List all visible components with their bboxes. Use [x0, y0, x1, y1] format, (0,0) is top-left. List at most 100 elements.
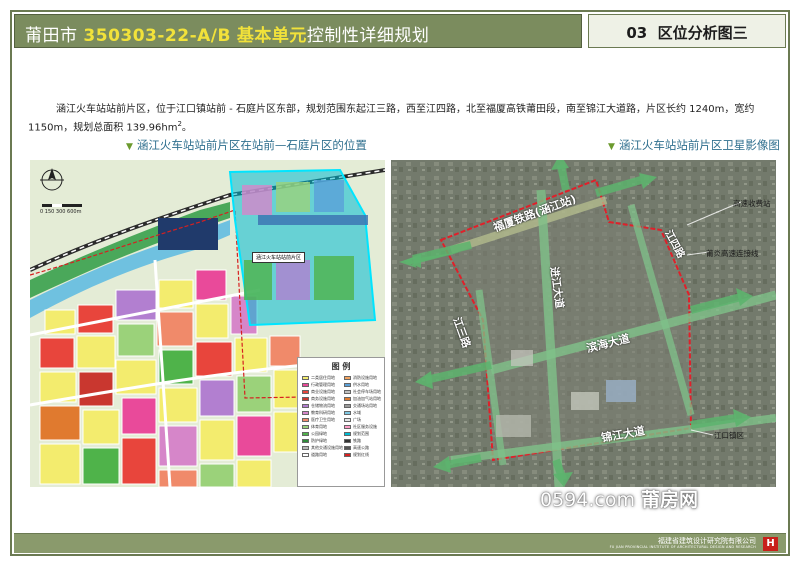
legend-swatch — [344, 403, 351, 408]
section-name: 区位分析图三 — [657, 24, 748, 42]
legend-swatch — [344, 424, 351, 429]
site-watermark: 0594.com 莆房网 — [540, 485, 698, 512]
legend-item: 其他交通设施用地 — [302, 444, 344, 451]
description-text: 涵江火车站站前片区，位于江口镇站前 - 石庭片区东部，规划范围东起江三路，西至江… — [28, 103, 776, 135]
legend-item: 体育用地 — [302, 423, 344, 430]
legend-swatch — [302, 431, 309, 436]
page-title: 莆田市 350303-22-A/B 基本单元控制性详细规划 — [25, 21, 429, 46]
legend-swatch — [344, 438, 351, 443]
title-bar: 莆田市 350303-22-A/B 基本单元控制性详细规划 — [14, 14, 582, 48]
legend-item-label: 教育科研用地 — [311, 409, 335, 415]
legend-item-label: 体育用地 — [311, 423, 327, 429]
legend-item: 社会停车场用地 — [344, 388, 386, 395]
legend-item-label: 道路用地 — [311, 451, 327, 457]
legend-item: 规划红线 — [344, 451, 386, 458]
legend-item: 供水用地 — [344, 381, 386, 388]
legend-swatch — [302, 417, 309, 422]
legend-swatch — [344, 452, 351, 457]
legend-swatch — [344, 389, 351, 394]
legend-item-label: 水域 — [353, 409, 361, 415]
legend-item-label: 消防设施用地 — [353, 374, 377, 380]
legend-swatch — [344, 410, 351, 415]
section-number: 03 — [626, 24, 648, 42]
legend-item-label: 广场 — [353, 416, 361, 422]
scale-bar-label: 0 150 300 600m — [40, 209, 82, 215]
highlight-area-label: 涵江火车站站前片区 — [252, 252, 306, 263]
watermark-site: 0594.com — [540, 489, 635, 511]
legend-item-label: 仓储物流用地 — [311, 402, 335, 408]
legend-swatch — [302, 396, 309, 401]
legend-column-right: 消防设施用地 供水用地 社会停车场用地 加油加气站用地 交通场站用地 水域 广场 社区服务设施… — [344, 374, 386, 458]
section-title: 03 区位分析图三 — [589, 22, 785, 43]
legend-item: 水域 — [344, 409, 386, 416]
footer-bar: 福建省建筑设计研究院有限公司 FU JIAN PROVINCIAL INSTIT… — [14, 533, 786, 553]
legend-item: 二类居住用地 — [302, 374, 344, 381]
legend-item-label: 社区服务设施 — [353, 423, 377, 429]
legend-item-label: 防护绿地 — [311, 437, 327, 443]
left-caption-text: 涵江火车站站前片区在站前—石庭片区的位置 — [136, 138, 367, 152]
title-code: 350303-22-A/B — [83, 26, 231, 46]
legend-item-label: 规划范围 — [353, 430, 369, 436]
toll-station-label: 高速收费站 — [733, 199, 771, 208]
title-city: 莆田市 — [25, 26, 78, 46]
right-map-caption: ▼ 涵江火车站站前片区卫星影像图 — [608, 137, 780, 153]
legend-item-label: 商业设施用地 — [311, 388, 335, 394]
expressway-connector-label: 莆炎高速连接线 — [706, 249, 759, 258]
legend-item-label: 规划红线 — [353, 451, 369, 457]
legend-swatch — [302, 438, 309, 443]
legend-item-label: 高速公路 — [353, 444, 369, 450]
legend-item: 商务设施用地 — [302, 395, 344, 402]
title-plan: 控制性详细规划 — [306, 26, 430, 46]
legend-swatch — [302, 403, 309, 408]
legend-item: 道路用地 — [302, 451, 344, 458]
legend-item: 规划范围 — [344, 430, 386, 437]
legend-item-label: 行政管理用地 — [311, 381, 335, 387]
legend-item-label: 商务设施用地 — [311, 395, 335, 401]
legend-swatch — [302, 445, 309, 450]
legend-swatch — [302, 410, 309, 415]
satellite-map: 福厦铁路(涵江站) 江四路 进江大道 滨海大道 江三路 锦江大道 高速收费站 莆… — [391, 160, 776, 487]
legend-swatch — [302, 375, 309, 380]
legend-column-left: 二类居住用地 行政管理用地 商业设施用地 商务设施用地 仓储物流用地 教育科研用地 医疗卫生… — [302, 374, 344, 458]
legend-item: 广场 — [344, 416, 386, 423]
legend-item: 公园绿地 — [302, 430, 344, 437]
legend-swatch — [302, 452, 309, 457]
legend-item: 行政管理用地 — [302, 381, 344, 388]
legend-swatch — [344, 417, 351, 422]
legend-item: 铁路 — [344, 437, 386, 444]
legend-item-label: 社会停车场用地 — [353, 388, 381, 394]
chevron-down-icon: ▼ — [608, 142, 615, 152]
section-title-box: 03 区位分析图三 — [588, 14, 786, 48]
legend-swatch — [344, 382, 351, 387]
legend-item: 防护绿地 — [302, 437, 344, 444]
legend-item-label: 其他交通设施用地 — [311, 444, 343, 450]
legend-item-label: 二类居住用地 — [311, 374, 335, 380]
left-map-caption: ▼ 涵江火车站站前片区在站前—石庭片区的位置 — [126, 137, 367, 153]
legend-item-label: 供水用地 — [353, 381, 369, 387]
legend-swatch — [302, 382, 309, 387]
legend-title: 图 例 — [331, 362, 351, 371]
institute-logo: H — [763, 537, 778, 551]
chevron-down-icon: ▼ — [126, 142, 133, 152]
legend-swatch — [344, 445, 351, 450]
title-unit: 基本单元 — [236, 26, 307, 46]
description-end: 。 — [181, 122, 192, 134]
legend-item: 社区服务设施 — [344, 423, 386, 430]
legend-item: 高速公路 — [344, 444, 386, 451]
legend-item: 商业设施用地 — [302, 388, 344, 395]
right-caption-text: 涵江火车站站前片区卫星影像图 — [618, 138, 780, 152]
jiangkou-town-label: 江口镇区 — [714, 431, 744, 440]
legend-item: 消防设施用地 — [344, 374, 386, 381]
legend-item-label: 加油加气站用地 — [353, 395, 381, 401]
legend-item: 仓储物流用地 — [302, 402, 344, 409]
legend-swatch — [302, 389, 309, 394]
legend-item-label: 铁路 — [353, 437, 361, 443]
watermark-brand: 莆房网 — [641, 489, 699, 511]
map-legend: 图 例 二类居住用地 行政管理用地 商业设施用地 商务设施用地 仓储物流用地 教育科研用地… — [297, 357, 385, 487]
legend-item-label: 交通场站用地 — [353, 402, 377, 408]
institute-name-en: FU JIAN PROVINCIAL INSTITUTE OF ARCHITEC… — [609, 545, 756, 549]
legend-swatch — [302, 424, 309, 429]
legend-item: 教育科研用地 — [302, 409, 344, 416]
legend-item: 交通场站用地 — [344, 402, 386, 409]
legend-item-label: 医疗卫生用地 — [311, 416, 335, 422]
